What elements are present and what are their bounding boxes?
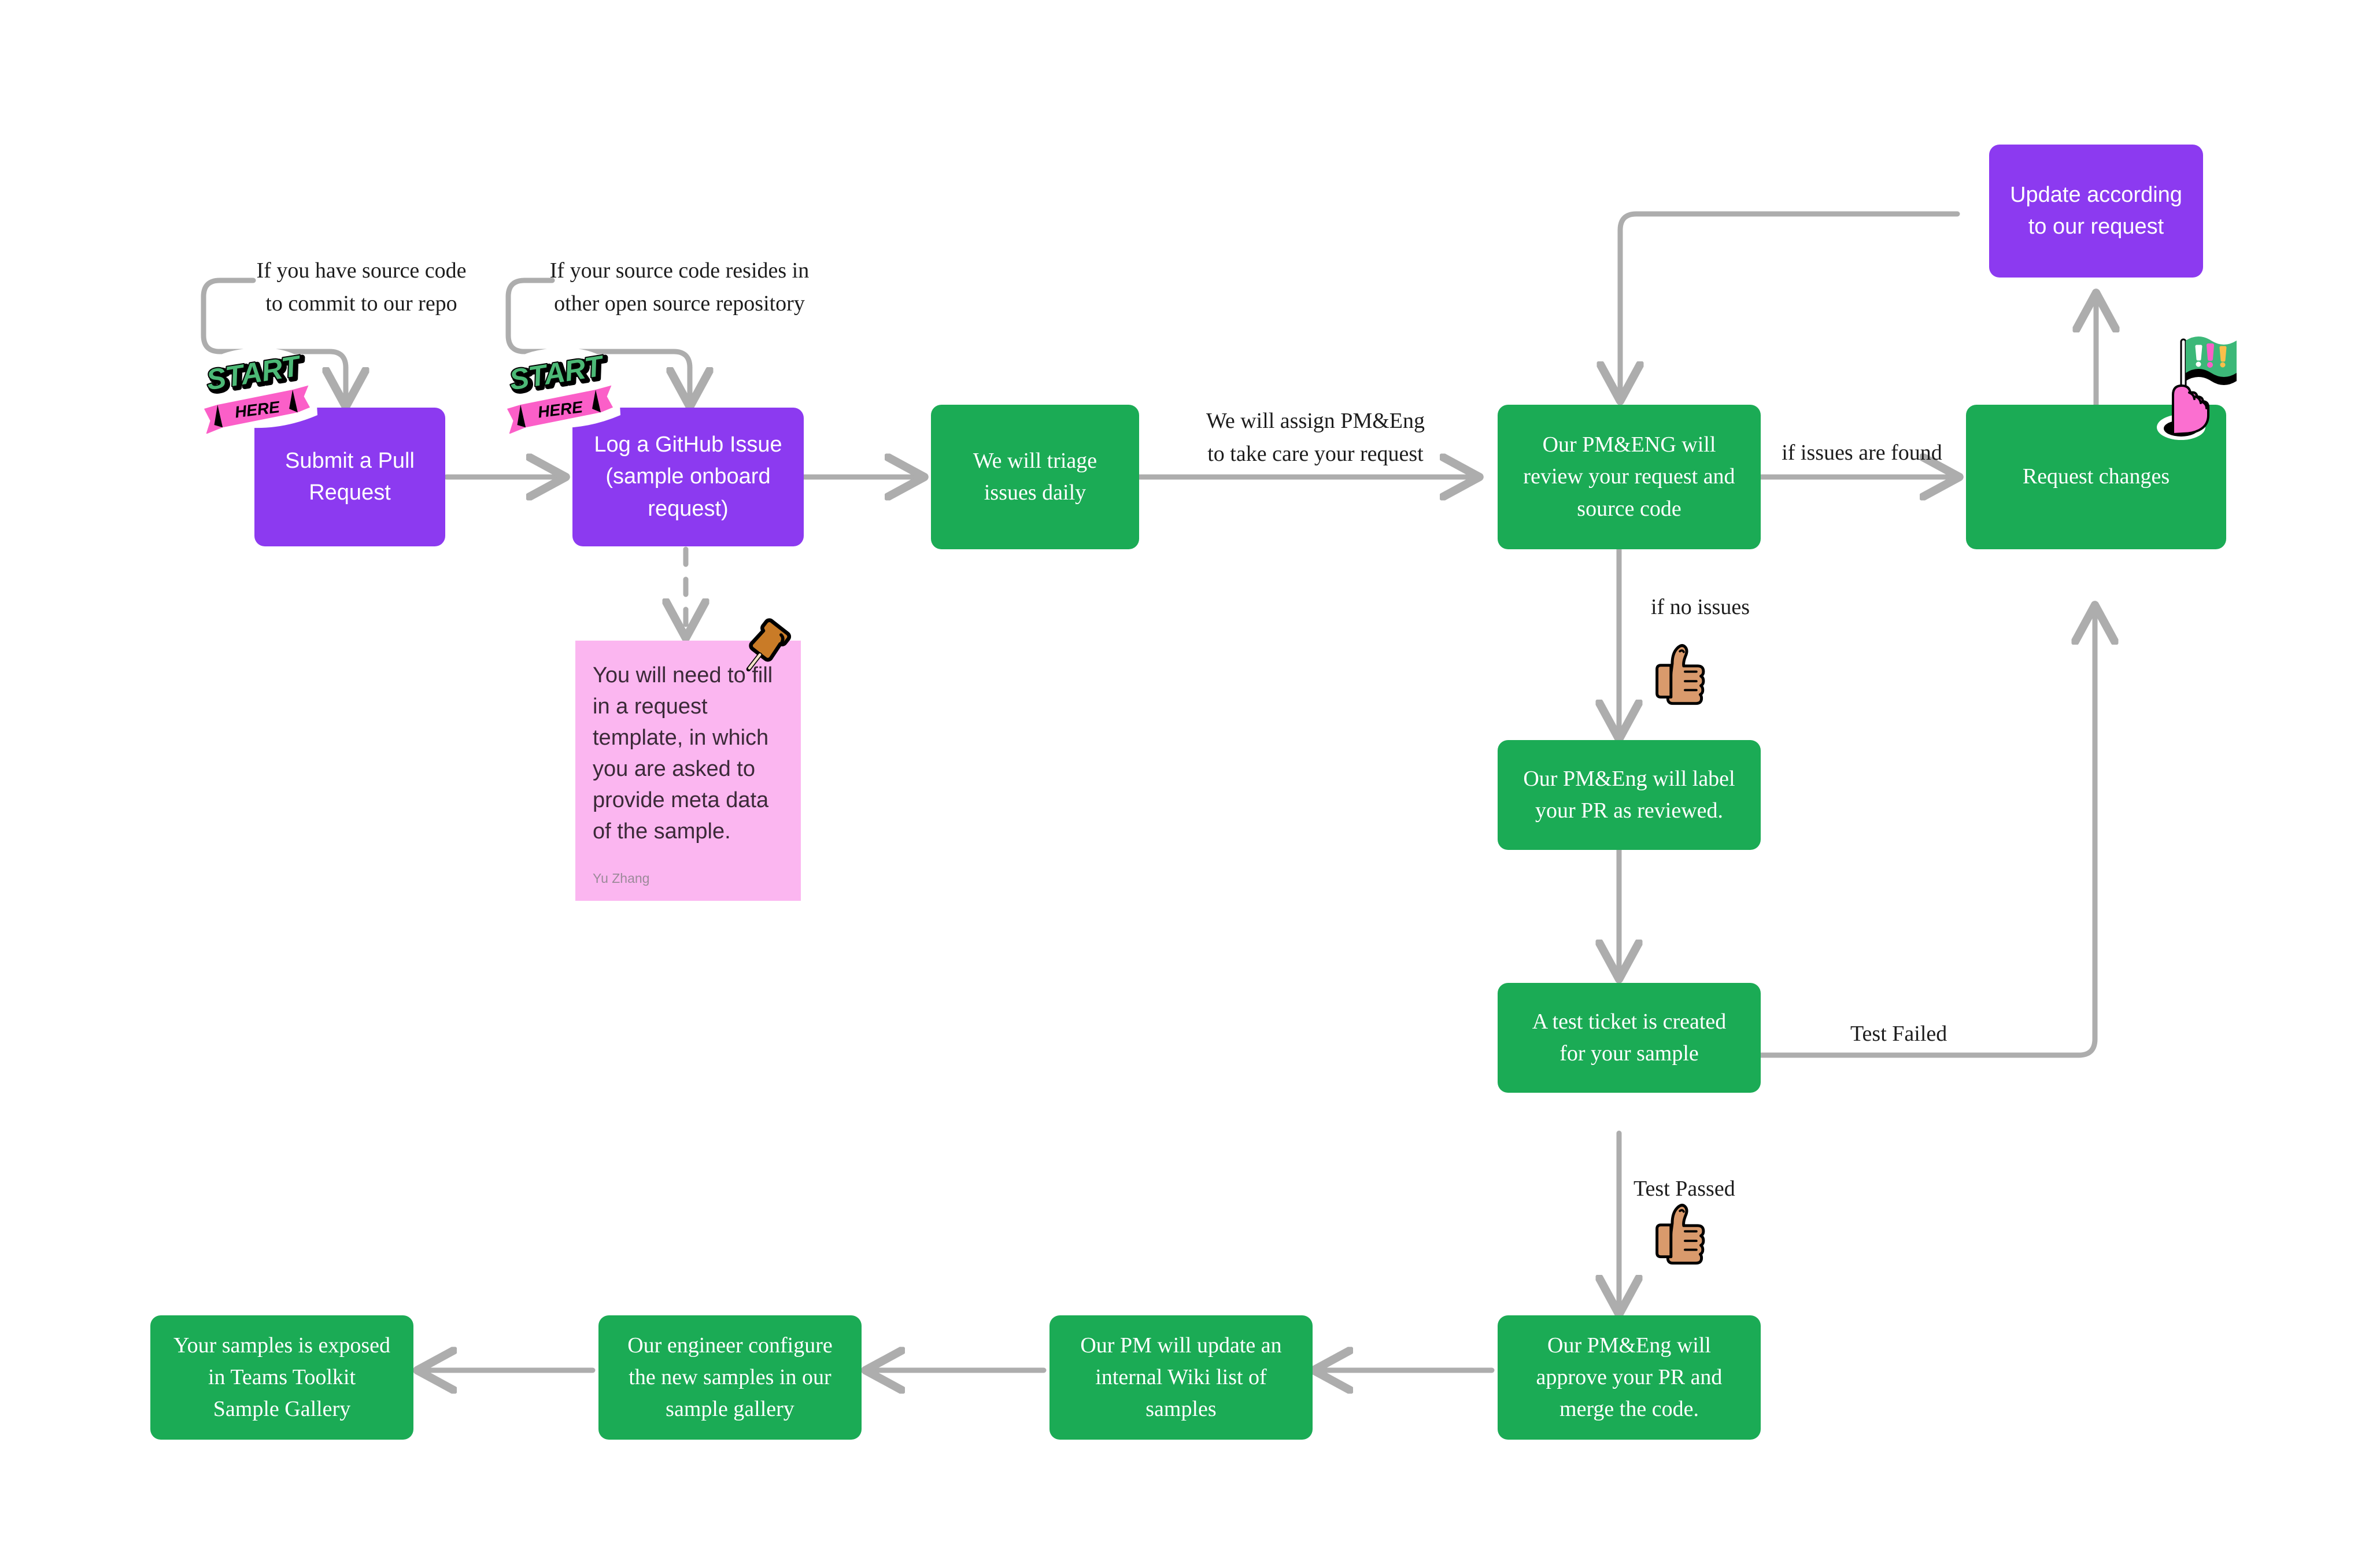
thumbs-up-icon-test-passed [1647,1201,1710,1265]
node-exposed-in-sample-gallery[interactable]: Your samples is exposed in Teams Toolkit… [150,1315,413,1440]
sticky-note-author: Yu Zhang [593,871,650,886]
node-update-according-to-request[interactable]: Update according to our request [1989,145,2203,278]
edge-label-if-issues-found: if issues are found [1782,441,1942,465]
edge-label-if-own-repo: If you have source code to commit to our… [256,258,467,316]
node-label-pr-reviewed[interactable]: Our PM&Eng will label your PR as reviewe… [1498,740,1761,850]
edge-label-if-no-issues: if no issues [1651,595,1750,619]
node-test-ticket-created[interactable]: A test ticket is created for your sample [1498,983,1761,1093]
flag-with-exclamations-sticker [2139,332,2272,460]
sticky-note-text: You will need to fill in a request templ… [593,663,773,844]
node-configure-sample-gallery[interactable]: Our engineer configure the new samples i… [598,1315,862,1440]
edge-label-assign-pm-eng: We will assign PM&Eng to take care your … [1206,409,1425,466]
node-triage-issues[interactable]: We will triage issues daily [931,405,1139,549]
flowchart-canvas: Submit a Pull Request Log a GitHub Issue… [0,0,2380,1568]
start-here-sticker-1: START START HERE [195,347,320,434]
node-update-wiki-list[interactable]: Our PM will update an internal Wiki list… [1049,1315,1313,1440]
node-review-request[interactable]: Our PM&ENG will review your request and … [1498,405,1761,549]
pushpin-icon [733,616,797,680]
thumbs-up-icon-no-issues [1647,642,1710,705]
start-here-sticker-2: START START HERE [498,347,623,434]
node-approve-and-merge[interactable]: Our PM&Eng will approve your PR and merg… [1498,1315,1761,1440]
edge-label-if-other-repo: If your source code resides in other ope… [549,258,810,316]
edge-label-test-failed: Test Failed [1850,1022,1947,1046]
edge-label-test-passed: Test Passed [1634,1177,1735,1201]
